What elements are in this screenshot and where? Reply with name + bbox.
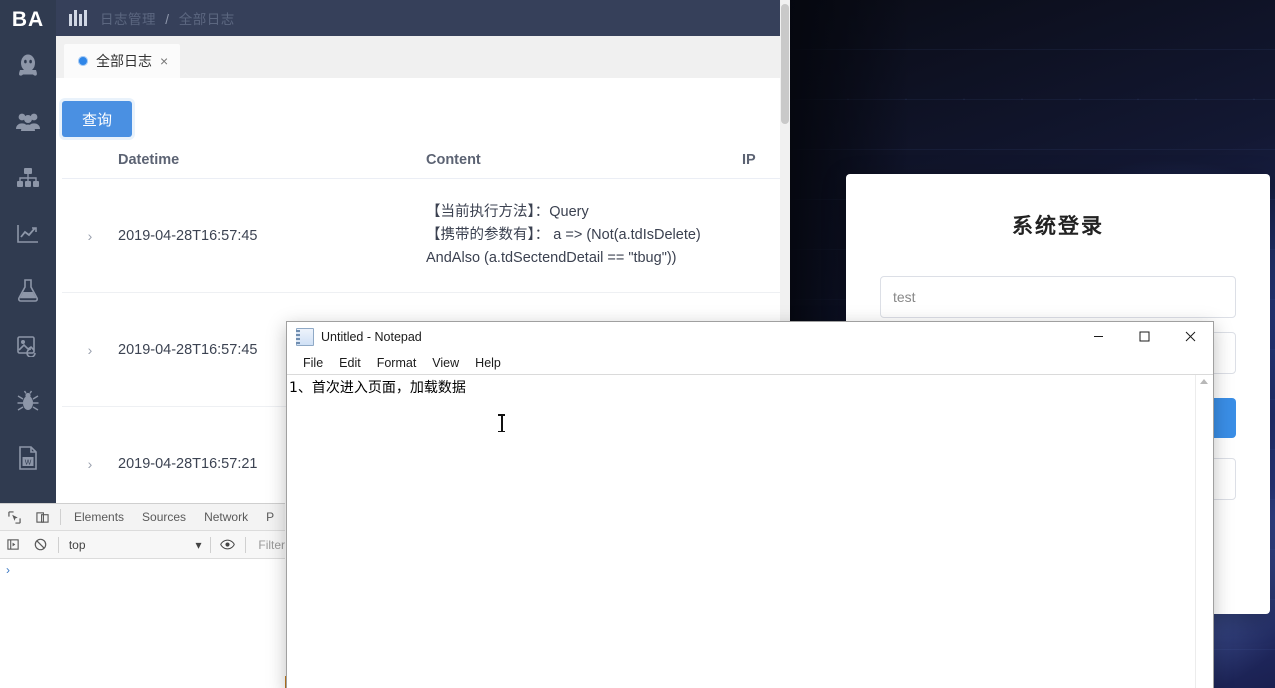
app-sidebar: BA W xyxy=(0,0,56,503)
word-document-icon: W xyxy=(17,446,39,470)
page-scrollbar-thumb[interactable] xyxy=(781,4,789,124)
device-toolbar-icon[interactable] xyxy=(28,504,56,530)
query-button[interactable]: 查询 xyxy=(62,101,132,137)
devtools-tabbar: Elements Sources Network P xyxy=(0,504,285,531)
sidebar-item-analytics[interactable] xyxy=(0,206,56,262)
notepad-text: 1、首次进入页面，加载数据 xyxy=(289,380,466,396)
menu-item-file[interactable]: File xyxy=(295,356,331,370)
column-header-datetime: Datetime xyxy=(118,152,180,168)
window-controls xyxy=(1075,322,1213,351)
cell-datetime: 2019-04-28T16:57:45 xyxy=(118,227,258,244)
console-context-value: top xyxy=(68,537,86,552)
users-icon xyxy=(15,111,41,133)
table-header-row: Datetime Content IP xyxy=(62,142,790,179)
tab-all-logs[interactable]: 全部日志 × xyxy=(64,44,181,78)
menu-item-help[interactable]: Help xyxy=(467,356,509,370)
login-title: 系统登录 xyxy=(1012,215,1104,238)
devtools-tab-sources[interactable]: Sources xyxy=(133,510,195,524)
tab-bar: 全部日志 × xyxy=(56,36,790,79)
console-prompt[interactable]: › xyxy=(0,559,285,581)
page-bottom-fill xyxy=(0,676,285,688)
username-input[interactable]: test xyxy=(880,276,1236,318)
breadcrumb-separator: / xyxy=(165,12,170,27)
breadcrumb-parent[interactable]: 日志管理 xyxy=(100,12,156,27)
bug-icon xyxy=(16,390,40,414)
toolbar-divider xyxy=(245,536,247,553)
sidebar-item-users[interactable] xyxy=(0,94,56,150)
breadcrumb: 日志管理 / 全部日志 xyxy=(100,8,235,28)
cell-content: 【当前执行方法】：Query 【携带的参数有】： a => (Not(a.tdI… xyxy=(426,201,742,270)
devtools-panel: Elements Sources Network P top ▾ Filter xyxy=(0,503,285,677)
svg-text:W: W xyxy=(25,460,32,467)
org-chart-icon xyxy=(16,167,40,189)
sidebar-item-document[interactable]: W xyxy=(0,430,56,486)
eye-icon[interactable] xyxy=(214,532,241,558)
console-filter-input[interactable]: Filter xyxy=(250,538,285,552)
bars-icon xyxy=(69,10,87,26)
column-header-content: Content xyxy=(426,152,481,168)
close-icon[interactable]: × xyxy=(160,54,168,68)
execute-icon[interactable] xyxy=(0,532,27,558)
notepad-icon xyxy=(296,327,314,346)
expand-row-icon[interactable]: › xyxy=(62,342,118,358)
console-context-select[interactable]: top ▾ xyxy=(63,536,206,554)
devtools-tab-network[interactable]: Network xyxy=(195,510,257,524)
notepad-menubar: File Edit Format View Help xyxy=(287,352,1213,374)
notepad-scrollbar[interactable] xyxy=(1195,375,1213,688)
maximize-button[interactable] xyxy=(1121,322,1167,351)
table-row[interactable]: › 2019-04-28T16:57:45 【当前执行方法】：Query 【携带… xyxy=(62,179,790,293)
flask-icon xyxy=(17,278,39,302)
notepad-titlebar[interactable]: Untitled - Notepad xyxy=(287,322,1213,352)
penguin-icon xyxy=(16,53,40,79)
content-line: AndAlso (a.tdSectendDetail == "tbug")) xyxy=(426,250,677,266)
tab-label: 全部日志 xyxy=(96,53,152,69)
sidebar-item-lab[interactable] xyxy=(0,262,56,318)
notepad-textarea[interactable]: 1、首次进入页面，加载数据 xyxy=(287,374,1213,688)
breadcrumb-current: 全部日志 xyxy=(178,12,235,27)
console-toolbar: top ▾ Filter xyxy=(0,531,285,559)
devtools-tab-elements[interactable]: Elements xyxy=(65,510,133,524)
menu-toggle-button[interactable] xyxy=(56,10,100,26)
sidebar-item-org-chart[interactable] xyxy=(0,150,56,206)
inspect-element-icon[interactable] xyxy=(0,504,28,530)
app-logo: BA xyxy=(11,8,45,31)
close-button[interactable] xyxy=(1167,322,1213,351)
sidebar-item-resources[interactable] xyxy=(0,318,56,374)
tab-active-dot-icon xyxy=(78,56,88,66)
devtools-tab-performance[interactable]: P xyxy=(257,510,283,524)
content-line: 【当前执行方法】：Query xyxy=(426,204,589,220)
image-icon xyxy=(16,335,40,357)
app-header: 日志管理 / 全部日志 xyxy=(56,0,790,36)
notepad-title: Untitled - Notepad xyxy=(321,329,422,344)
expand-row-icon[interactable]: › xyxy=(62,456,118,472)
chevron-down-icon: ▾ xyxy=(195,537,202,552)
toolbar-divider xyxy=(209,536,211,553)
screen: BA W 日志管理 / 全部日志 全部日志 × 查询 Datetime Cont… xyxy=(0,0,1275,688)
scroll-up-arrow-icon[interactable] xyxy=(1200,379,1208,384)
toolbar-divider xyxy=(60,509,61,525)
content-line: 【携带的参数有】： a => (Not(a.tdIsDelete) xyxy=(426,227,701,243)
line-chart-icon xyxy=(16,223,40,245)
notepad-window: Untitled - Notepad File Edit Format View… xyxy=(286,321,1214,688)
expand-row-icon[interactable]: › xyxy=(62,228,118,244)
menu-item-edit[interactable]: Edit xyxy=(331,356,369,370)
minimize-button[interactable] xyxy=(1075,322,1121,351)
menu-item-view[interactable]: View xyxy=(424,356,467,370)
clear-console-icon[interactable] xyxy=(27,532,54,558)
toolbar-divider xyxy=(57,536,59,553)
sidebar-item-qq[interactable] xyxy=(0,38,56,94)
menu-item-format[interactable]: Format xyxy=(369,356,425,370)
sidebar-item-bug[interactable] xyxy=(0,374,56,430)
